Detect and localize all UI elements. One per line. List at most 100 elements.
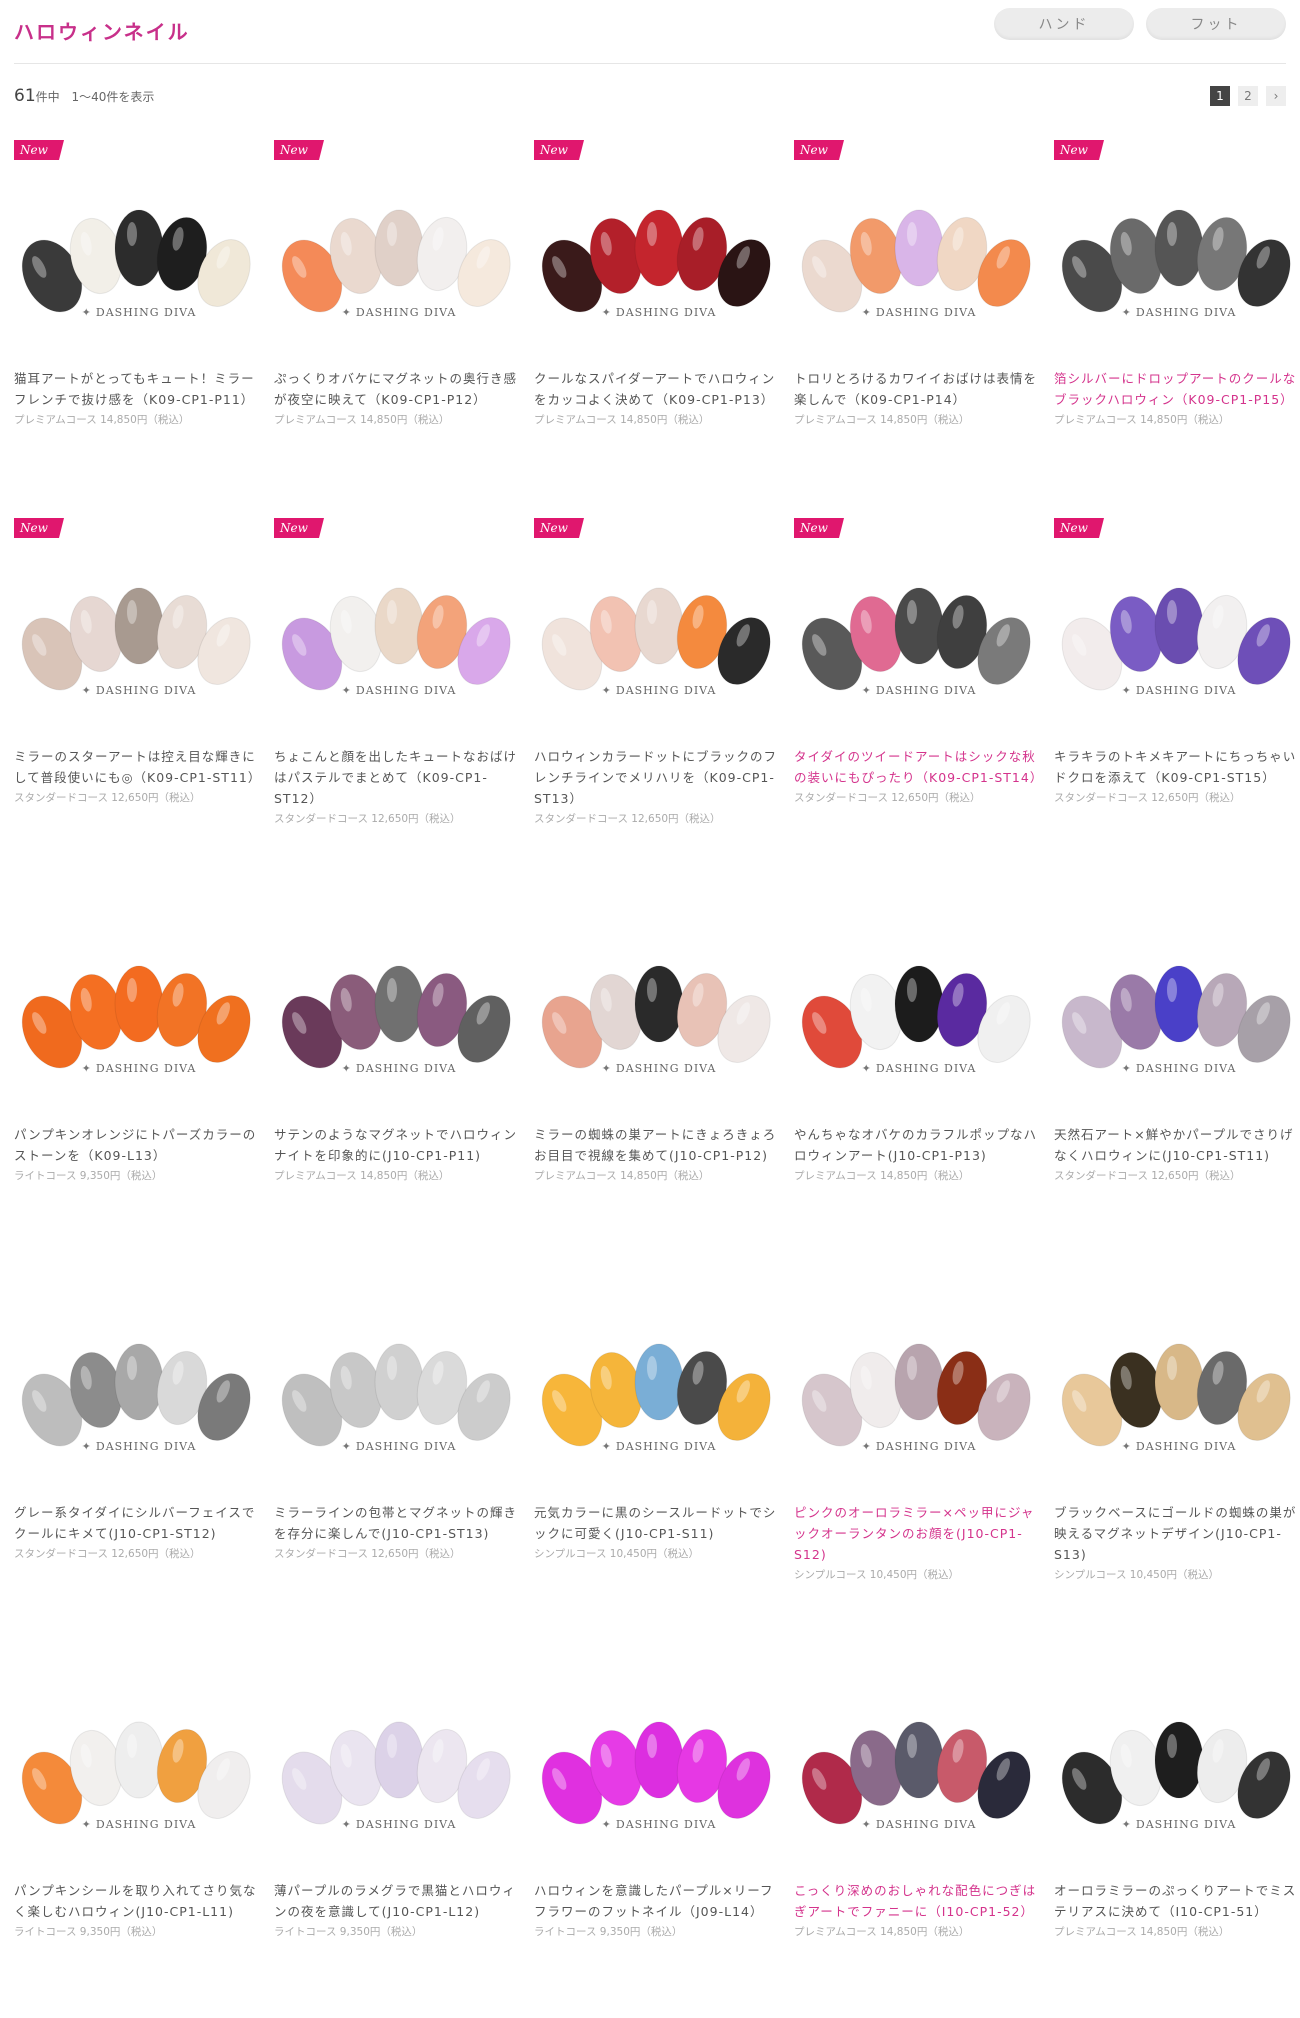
product-card[interactable]: ✦ DASHING DIVA グレー系タイダイにシルバーフェイスでクールにキメて(J… <box>14 1262 264 1640</box>
page-1-button[interactable]: 1 <box>1210 86 1230 106</box>
product-card[interactable]: New ✦ DASHING DIVA キラキラのトキメキアートにちっちゃいドクロを添え… <box>1054 506 1300 884</box>
product-title[interactable]: クールなスパイダーアートでハロウィンをカッコよく決めて（K09-CP1-P13） <box>534 371 775 407</box>
nail-highlight <box>1167 1734 1177 1758</box>
product-card[interactable]: New ✦ DASHING DIVA ちょこんと顔を出したキュートなおばけはパステルで… <box>274 506 524 884</box>
product-description[interactable]: オーロラミラーのぷっくりアートでミステリアスに決めて（I10-CP1-51） プレ… <box>1054 1880 1300 1943</box>
product-description[interactable]: グレー系タイダイにシルバーフェイスでクールにキメて(J10-CP1-ST12) ス… <box>14 1502 264 1565</box>
page-2-button[interactable]: 2 <box>1238 86 1258 106</box>
product-card[interactable]: ✦ DASHING DIVA サテンのようなマグネットでハロウィンナイトを印象的に(… <box>274 884 524 1262</box>
product-card[interactable]: New ✦ DASHING DIVA 猫耳アートがとってもキュート！ミラーフレンチで抜… <box>14 128 264 506</box>
product-card[interactable]: New ✦ DASHING DIVA ハロウィンカラードットにブラックのフレンチライン… <box>534 506 784 884</box>
product-description[interactable]: トロリとろけるカワイイおばけは表情を楽しんで（K09-CP1-P14） プレミアム… <box>794 368 1044 431</box>
product-title[interactable]: キラキラのトキメキアートにちっちゃいドクロを添えて（K09-CP1-ST15） <box>1054 749 1296 785</box>
product-description[interactable]: パンプキンオレンジにトパーズカラーのストーンを（K09-L13） ライトコース 9… <box>14 1124 264 1187</box>
product-card[interactable]: ✦ DASHING DIVA こっくり深めのおしゃれな配色につぎはぎアートでファニー… <box>794 1640 1044 2018</box>
product-description[interactable]: やんちゃなオバケのカラフルポップなハロウィンアート(J10-CP1-P13) プレ… <box>794 1124 1044 1187</box>
product-title[interactable]: トロリとろけるカワイイおばけは表情を楽しんで（K09-CP1-P14） <box>794 371 1037 407</box>
product-description[interactable]: クールなスパイダーアートでハロウィンをカッコよく決めて（K09-CP1-P13）… <box>534 368 784 431</box>
product-title[interactable]: 薄パープルのラメグラで黒猫とハロウィンの夜を意識して(J10-CP1-L12) <box>274 1883 516 1919</box>
product-title[interactable]: ピンクのオーロラミラー×ペッ甲にジャックオーランタンのお顔を(J10-CP1-S… <box>794 1505 1034 1562</box>
product-title[interactable]: ブラックベースにゴールドの蜘蛛の巣が映えるマグネットデザイン(J10-CP1-S… <box>1054 1505 1296 1562</box>
product-title[interactable]: ちょこんと顔を出したキュートなおばけはパステルでまとめて（K09-CP1-ST1… <box>274 749 517 806</box>
brand-logo: ✦ DASHING DIVA <box>274 1062 524 1075</box>
product-title[interactable]: こっくり深めのおしゃれな配色につぎはぎアートでファニーに（I10-CP1-52） <box>794 1883 1036 1919</box>
product-description[interactable]: 元気カラーに黒のシースルードットでシックに可愛く(J10-CP1-S11) シンプ… <box>534 1502 784 1565</box>
product-description[interactable]: 薄パープルのラメグラで黒猫とハロウィンの夜を意識して(J10-CP1-L12) ラ… <box>274 1880 524 1943</box>
product-title[interactable]: ミラーのスターアートは控え目な輝きにして普段使いにも◎（K09-CP1-ST11… <box>14 749 261 785</box>
product-title[interactable]: パンプキンシールを取り入れてさり気なく楽しむハロウィン(J10-CP1-L11) <box>14 1883 257 1919</box>
product-description[interactable]: ミラーラインの包帯とマグネットの輝きを存分に楽しんで(J10-CP1-ST13)… <box>274 1502 524 1565</box>
product-description[interactable]: ブラックベースにゴールドの蜘蛛の巣が映えるマグネットデザイン(J10-CP1-S… <box>1054 1502 1300 1586</box>
product-description[interactable]: ハロウィンを意識したパープル×リーフフラワーのフットネイル（J09-L14） ライ… <box>534 1880 784 1943</box>
product-card[interactable]: New ✦ DASHING DIVA クールなスパイダーアートでハロウィンをカッコよく… <box>534 128 784 506</box>
product-description[interactable]: サテンのようなマグネットでハロウィンナイトを印象的に(J10-CP1-P11) プ… <box>274 1124 524 1187</box>
product-title[interactable]: サテンのようなマグネットでハロウィンナイトを印象的に(J10-CP1-P11) <box>274 1127 517 1163</box>
product-title[interactable]: ミラーの蜘蛛の巣アートにきょろきょろお目目で視線を集めて(J10-CP1-P12… <box>534 1127 776 1163</box>
product-description[interactable]: ミラーのスターアートは控え目な輝きにして普段使いにも◎（K09-CP1-ST11… <box>14 746 264 809</box>
product-description[interactable]: 猫耳アートがとってもキュート！ミラーフレンチで抜け感を（K09-CP1-P11）… <box>14 368 264 431</box>
nail-highlight <box>907 1356 917 1380</box>
product-card[interactable]: ✦ DASHING DIVA 元気カラーに黒のシースルードットでシックに可愛く(J1… <box>534 1262 784 1640</box>
nail-highlight <box>127 1734 137 1758</box>
brand-logo: ✦ DASHING DIVA <box>274 684 524 697</box>
product-title[interactable]: 箔シルバーにドロップアートのクールなブラックハロウィン（K09-CP1-P15） <box>1054 371 1296 407</box>
product-price: プレミアムコース 14,850円（税込） <box>14 414 190 426</box>
product-title[interactable]: オーロラミラーのぷっくりアートでミステリアスに決めて（I10-CP1-51） <box>1054 1883 1296 1919</box>
product-description[interactable]: こっくり深めのおしゃれな配色につぎはぎアートでファニーに（I10-CP1-52）… <box>794 1880 1044 1943</box>
product-card[interactable]: ✦ DASHING DIVA ミラーの蜘蛛の巣アートにきょろきょろお目目で視線を集め… <box>534 884 784 1262</box>
nail-tip <box>1154 1343 1204 1421</box>
product-description[interactable]: タイダイのツイードアートはシックな秋の装いにもぴったり（K09-CP1-ST14… <box>794 746 1044 809</box>
product-title[interactable]: ハロウィンを意識したパープル×リーフフラワーのフットネイル（J09-L14） <box>534 1883 773 1919</box>
nail-tip <box>894 1343 944 1421</box>
product-title[interactable]: 猫耳アートがとってもキュート！ミラーフレンチで抜け感を（K09-CP1-P11） <box>14 371 255 407</box>
product-card[interactable]: New ✦ DASHING DIVA ぷっくりオバケにマグネットの奥行き感が夜空に映え… <box>274 128 524 506</box>
brand-logo: ✦ DASHING DIVA <box>534 684 784 697</box>
next-page-button[interactable]: › <box>1266 86 1286 106</box>
product-description[interactable]: ミラーの蜘蛛の巣アートにきょろきょろお目目で視線を集めて(J10-CP1-P12… <box>534 1124 784 1187</box>
brand-logo: ✦ DASHING DIVA <box>274 306 524 319</box>
product-card[interactable]: ✦ DASHING DIVA 薄パープルのラメグラで黒猫とハロウィンの夜を意識して(… <box>274 1640 524 2018</box>
product-title[interactable]: グレー系タイダイにシルバーフェイスでクールにキメて(J10-CP1-ST12) <box>14 1505 255 1541</box>
product-description[interactable]: 箔シルバーにドロップアートのクールなブラックハロウィン（K09-CP1-P15）… <box>1054 368 1300 431</box>
product-title[interactable]: パンプキンオレンジにトパーズカラーのストーンを（K09-L13） <box>14 1127 256 1163</box>
product-card[interactable]: ✦ DASHING DIVA ピンクのオーロラミラー×ペッ甲にジャックオーランタンの… <box>794 1262 1044 1640</box>
nail-tip <box>894 209 944 287</box>
product-card[interactable]: ✦ DASHING DIVA ハロウィンを意識したパープル×リーフフラワーのフットネ… <box>534 1640 784 2018</box>
star-icon: ✦ <box>861 1818 872 1831</box>
product-title[interactable]: ミラーラインの包帯とマグネットの輝きを存分に楽しんで(J10-CP1-ST13) <box>274 1505 517 1541</box>
product-card[interactable]: ✦ DASHING DIVA ブラックベースにゴールドの蜘蛛の巣が映えるマグネットデ… <box>1054 1262 1300 1640</box>
product-card[interactable]: ✦ DASHING DIVA パンプキンシールを取り入れてさり気なく楽しむハロウィン… <box>14 1640 264 2018</box>
brand-name: DASHING DIVA <box>355 684 457 697</box>
product-card[interactable]: ✦ DASHING DIVA パンプキンオレンジにトパーズカラーのストーンを（K09… <box>14 884 264 1262</box>
product-description[interactable]: ぷっくりオバケにマグネットの奥行き感が夜空に映えて（K09-CP1-P12） プレ… <box>274 368 524 431</box>
product-card[interactable]: ✦ DASHING DIVA オーロラミラーのぷっくりアートでミステリアスに決めて（… <box>1054 1640 1300 2018</box>
tab-hand[interactable]: ハンド <box>994 8 1134 40</box>
nail-tip <box>1154 965 1204 1043</box>
nail-tip <box>114 209 164 287</box>
product-card[interactable]: ✦ DASHING DIVA 天然石アート×鮮やかパープルでさりげなくハロウィンに(… <box>1054 884 1300 1262</box>
product-title[interactable]: 天然石アート×鮮やかパープルでさりげなくハロウィンに(J10-CP1-ST11) <box>1054 1127 1293 1163</box>
product-card[interactable]: New ✦ DASHING DIVA タイダイのツイードアートはシックな秋の装いにもぴ… <box>794 506 1044 884</box>
product-price: スタンダードコース 12,650円（税込） <box>534 813 721 825</box>
tab-foot[interactable]: フット <box>1146 8 1286 40</box>
product-description[interactable]: パンプキンシールを取り入れてさり気なく楽しむハロウィン(J10-CP1-L11)… <box>14 1880 264 1943</box>
product-description[interactable]: ちょこんと顔を出したキュートなおばけはパステルでまとめて（K09-CP1-ST1… <box>274 746 524 830</box>
star-icon: ✦ <box>341 684 352 697</box>
product-title[interactable]: タイダイのツイードアートはシックな秋の装いにもぴったり（K09-CP1-ST14… <box>794 749 1043 785</box>
product-card[interactable]: New ✦ DASHING DIVA ミラーのスターアートは控え目な輝きにして普段使い… <box>14 506 264 884</box>
product-title[interactable]: ハロウィンカラードットにブラックのフレンチラインでメリハリを（K09-CP1-S… <box>534 749 777 806</box>
product-price: シンプルコース 10,450円（税込） <box>794 1569 960 1581</box>
product-description[interactable]: ハロウィンカラードットにブラックのフレンチラインでメリハリを（K09-CP1-S… <box>534 746 784 830</box>
product-title[interactable]: 元気カラーに黒のシースルードットでシックに可愛く(J10-CP1-S11) <box>534 1505 776 1541</box>
product-title[interactable]: やんちゃなオバケのカラフルポップなハロウィンアート(J10-CP1-P13) <box>794 1127 1037 1163</box>
product-title[interactable]: ぷっくりオバケにマグネットの奥行き感が夜空に映えて（K09-CP1-P12） <box>274 371 517 407</box>
product-card[interactable]: ✦ DASHING DIVA ミラーラインの包帯とマグネットの輝きを存分に楽しんで(… <box>274 1262 524 1640</box>
product-price: スタンダードコース 12,650円（税込） <box>274 813 461 825</box>
product-card[interactable]: New ✦ DASHING DIVA 箔シルバーにドロップアートのクールなブラックハロ… <box>1054 128 1300 506</box>
product-card[interactable]: New ✦ DASHING DIVA トロリとろけるカワイイおばけは表情を楽しんで（K… <box>794 128 1044 506</box>
product-description[interactable]: ピンクのオーロラミラー×ペッ甲にジャックオーランタンのお顔を(J10-CP1-S… <box>794 1502 1044 1586</box>
product-description[interactable]: キラキラのトキメキアートにちっちゃいドクロを添えて（K09-CP1-ST15） ス… <box>1054 746 1300 809</box>
product-description[interactable]: 天然石アート×鮮やかパープルでさりげなくハロウィンに(J10-CP1-ST11)… <box>1054 1124 1300 1187</box>
product-card[interactable]: ✦ DASHING DIVA やんちゃなオバケのカラフルポップなハロウィンアート(J… <box>794 884 1044 1262</box>
nail-highlight <box>387 978 397 1002</box>
